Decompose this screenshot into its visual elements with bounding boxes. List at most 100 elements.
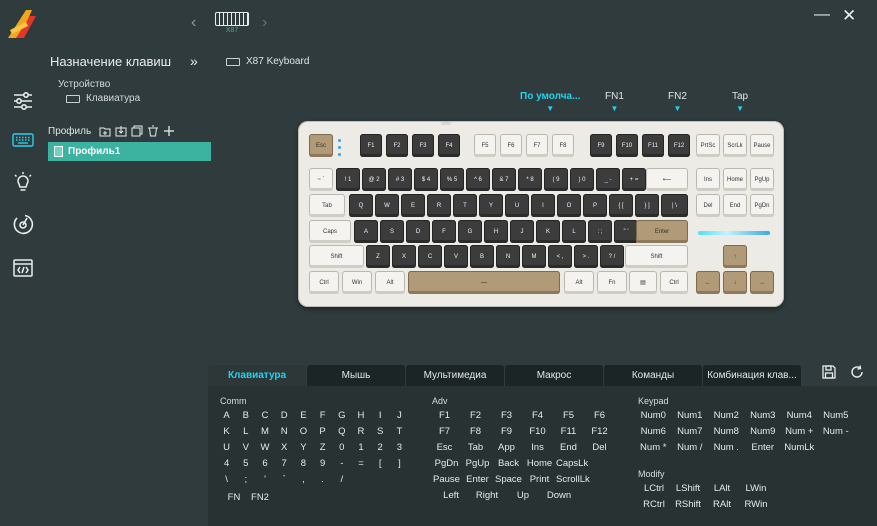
key-1[interactable]: ! 1 — [336, 168, 360, 191]
key-option[interactable]: Back — [494, 458, 523, 469]
key-option[interactable]: - — [333, 458, 350, 469]
key-a[interactable]: A — [354, 220, 378, 243]
key-lctrl[interactable]: Ctrl — [309, 271, 339, 294]
key-backspace[interactable]: ⟵ — [646, 168, 688, 191]
previous-device-chevron-icon[interactable]: ‹ — [191, 14, 196, 32]
key-tab[interactable]: Tab — [309, 194, 345, 217]
key-5[interactable]: % 5 — [440, 168, 464, 191]
key-8[interactable]: * 8 — [518, 168, 542, 191]
key-option[interactable]: RAlt — [706, 499, 738, 510]
key-option[interactable]: Num6 — [636, 426, 671, 437]
key-lshift[interactable]: Shift — [309, 245, 364, 268]
collapse-chevron-icon[interactable]: » — [190, 53, 198, 69]
key-down[interactable]: ↓ — [723, 271, 747, 294]
key-option[interactable]: E — [295, 410, 312, 421]
key-period[interactable]: > . — [574, 245, 598, 268]
key-right[interactable]: → — [750, 271, 774, 294]
save-icon[interactable] — [822, 365, 836, 379]
key-option[interactable]: CapsLk — [556, 458, 588, 469]
key-option[interactable]: P — [314, 426, 331, 437]
key-option[interactable]: RWin — [740, 499, 772, 510]
key-v[interactable]: V — [444, 245, 468, 268]
key-option[interactable]: ScrollLk — [556, 474, 590, 485]
device-item[interactable]: Клавиатура — [66, 93, 140, 104]
next-device-chevron-icon[interactable]: › — [262, 14, 267, 32]
key-space[interactable]: ⎯⎯ — [408, 271, 560, 294]
key-option[interactable]: K — [218, 426, 235, 437]
key-f4[interactable]: F4 — [438, 134, 460, 157]
key-up[interactable]: ↑ — [723, 245, 747, 268]
key-option[interactable]: U — [218, 442, 235, 453]
key-option[interactable]: F6 — [585, 410, 614, 421]
key-g[interactable]: G — [458, 220, 482, 243]
key-option[interactable]: LCtrl — [638, 483, 670, 494]
key-option[interactable]: F7 — [430, 426, 459, 437]
key-option[interactable]: ' — [256, 474, 273, 485]
key-w[interactable]: W — [375, 194, 399, 217]
settings-sliders-icon[interactable] — [9, 87, 37, 115]
key-d[interactable]: D — [406, 220, 430, 243]
minimize-icon[interactable]: — — [814, 6, 830, 24]
key-option[interactable]: Z — [314, 442, 331, 453]
key-option[interactable]: Num . — [709, 442, 744, 453]
import-icon[interactable] — [113, 124, 129, 138]
key-option[interactable]: Num1 — [673, 410, 708, 421]
tab-commands[interactable]: Команды — [604, 365, 702, 386]
key-option[interactable]: PgDn — [432, 458, 461, 469]
key-f11[interactable]: F11 — [642, 134, 664, 157]
key-option[interactable]: Num2 — [709, 410, 744, 421]
key-option[interactable]: Num / — [673, 442, 708, 453]
key-option[interactable]: 7 — [276, 458, 293, 469]
key-f12[interactable]: F12 — [668, 134, 690, 157]
key-option[interactable]: 2 — [372, 442, 389, 453]
key-option[interactable]: Num + — [782, 426, 817, 437]
key-option[interactable]: RCtrl — [638, 499, 670, 510]
key-f1[interactable]: F1 — [360, 134, 382, 157]
key-option[interactable]: F3 — [492, 410, 521, 421]
key-grave[interactable]: ~ ` — [309, 168, 333, 191]
key-c[interactable]: C — [418, 245, 442, 268]
key-option[interactable]: Tab — [461, 442, 490, 453]
key-m[interactable]: M — [522, 245, 546, 268]
key-option[interactable]: ` — [276, 474, 293, 485]
key-option[interactable]: Enter — [463, 474, 492, 485]
key-minus[interactable]: _ - — [596, 168, 620, 191]
key-f9[interactable]: F9 — [590, 134, 612, 157]
key-option[interactable]: R — [352, 426, 369, 437]
key-option[interactable]: Y — [295, 442, 312, 453]
key-option[interactable]: F5 — [554, 410, 583, 421]
key-option[interactable]: Num5 — [819, 410, 854, 421]
key-option[interactable]: Num7 — [673, 426, 708, 437]
key-option[interactable]: Del — [585, 442, 614, 453]
key-option[interactable]: V — [237, 442, 254, 453]
key-2[interactable]: @ 2 — [362, 168, 386, 191]
key-z[interactable]: Z — [366, 245, 390, 268]
key-option[interactable]: F4 — [523, 410, 552, 421]
key-q[interactable]: Q — [349, 194, 373, 217]
layer-fn1[interactable]: FN1 ▼ — [605, 91, 624, 113]
tab-multimedia[interactable]: Мультимедиа — [406, 365, 504, 386]
key-r[interactable]: R — [427, 194, 451, 217]
key-e[interactable]: E — [401, 194, 425, 217]
key-option[interactable]: F8 — [461, 426, 490, 437]
key-j[interactable]: J — [510, 220, 534, 243]
key-pause[interactable]: Pause — [750, 134, 774, 157]
key-option[interactable]: N — [276, 426, 293, 437]
key-pgup[interactable]: PgUp — [750, 168, 774, 191]
key-option[interactable]: M — [256, 426, 273, 437]
key-7[interactable]: & 7 — [492, 168, 516, 191]
key-option[interactable]: Up — [506, 490, 540, 501]
key-option[interactable]: 6 — [256, 458, 273, 469]
key-option[interactable]: L — [237, 426, 254, 437]
key-f10[interactable]: F10 — [616, 134, 638, 157]
key-fn[interactable]: Fn — [597, 271, 627, 294]
key-4[interactable]: $ 4 — [414, 168, 438, 191]
key-s[interactable]: S — [380, 220, 404, 243]
key-h[interactable]: H — [484, 220, 508, 243]
key-f2[interactable]: F2 — [386, 134, 408, 157]
key-t[interactable]: T — [453, 194, 477, 217]
key-option[interactable]: Down — [542, 490, 576, 501]
key-option[interactable]: Right — [470, 490, 504, 501]
key-option[interactable]: 4 — [218, 458, 235, 469]
key-option[interactable]: FN2 — [248, 492, 272, 503]
